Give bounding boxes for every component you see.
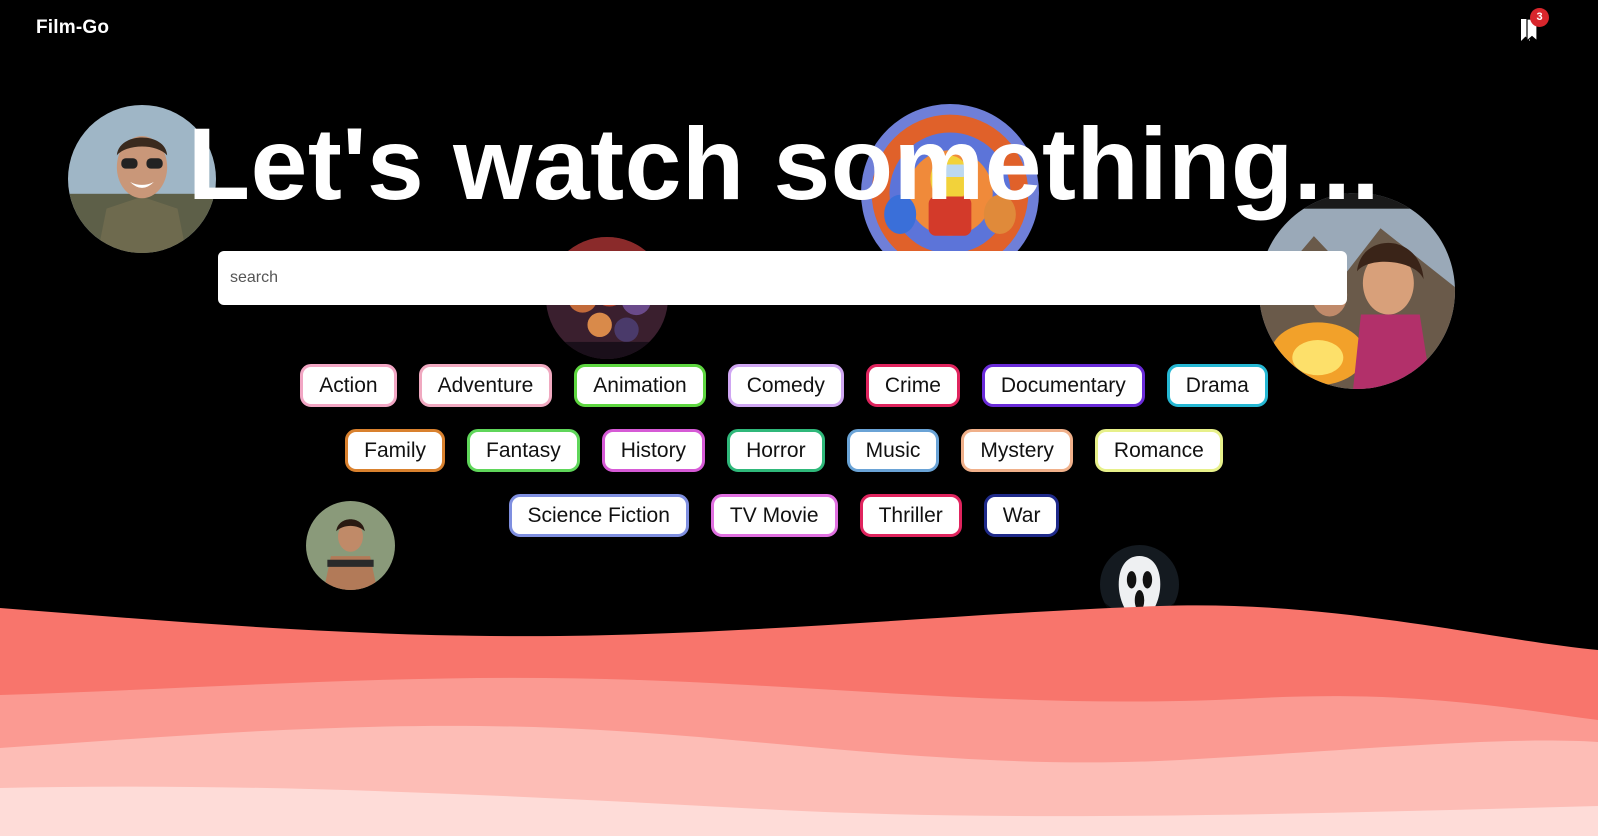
genre-chip-fantasy[interactable]: Fantasy	[467, 429, 580, 472]
genre-chip-thriller[interactable]: Thriller	[859, 494, 962, 537]
genre-chip-family[interactable]: Family	[345, 429, 446, 472]
genre-chip-drama[interactable]: Drama	[1166, 364, 1268, 407]
genre-chip-romance[interactable]: Romance	[1094, 429, 1223, 472]
genre-row: Science Fiction TV Movie Thriller War	[0, 494, 1568, 538]
genre-chip-mystery[interactable]: Mystery	[961, 429, 1073, 472]
bookmarks-button[interactable]: 3	[1516, 8, 1549, 44]
genre-chip-horror[interactable]: Horror	[727, 429, 825, 472]
genre-chip-science-fiction[interactable]: Science Fiction	[508, 494, 689, 537]
genre-chip-tv-movie[interactable]: TV Movie	[710, 494, 838, 537]
genre-chip-animation[interactable]: Animation	[574, 364, 706, 407]
genre-chip-comedy[interactable]: Comedy	[727, 364, 844, 407]
genre-chip-documentary[interactable]: Documentary	[981, 364, 1145, 407]
genre-filter: Action Adventure Animation Comedy Crime …	[0, 364, 1568, 559]
search-input[interactable]	[218, 251, 1347, 305]
genre-chip-crime[interactable]: Crime	[865, 364, 960, 407]
genre-chip-history[interactable]: History	[601, 429, 706, 472]
wave-background	[0, 605, 1598, 836]
genre-chip-adventure[interactable]: Adventure	[418, 364, 553, 407]
genre-chip-war[interactable]: War	[983, 494, 1060, 537]
page-title: Let's watch something...	[187, 107, 1381, 221]
bookmarks-count-badge: 3	[1530, 8, 1549, 27]
genre-chip-action[interactable]: Action	[300, 364, 397, 407]
genre-row: Family Fantasy History Horror Music Myst…	[0, 429, 1568, 473]
page: Film-Go 3 Let's watch something... Actio…	[0, 0, 1598, 836]
brand-logo[interactable]: Film-Go	[36, 17, 109, 39]
genre-row: Action Adventure Animation Comedy Crime …	[0, 364, 1568, 408]
genre-chip-music[interactable]: Music	[846, 429, 940, 472]
